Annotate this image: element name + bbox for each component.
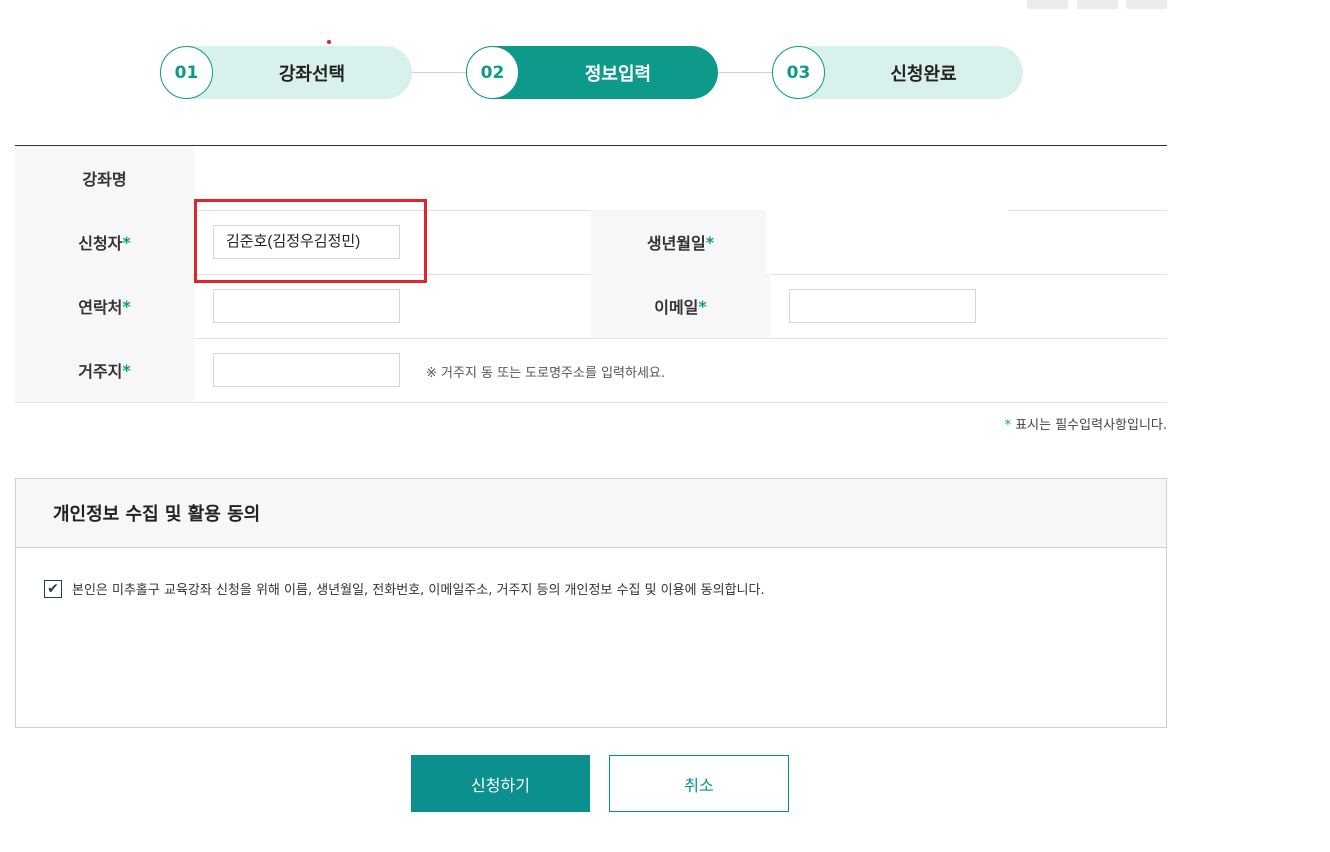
email-label-text: 이메일 xyxy=(654,298,699,317)
contact-label-text: 연락처 xyxy=(78,298,123,317)
step-label: 강좌선택 xyxy=(278,63,346,85)
top-tab[interactable] xyxy=(1027,0,1068,9)
email-label: 이메일 * xyxy=(591,274,770,338)
form-row-contact: 연락처 * 이메일 * xyxy=(15,274,1167,339)
consent-checkbox[interactable]: ✔ xyxy=(44,580,62,598)
required-star: * xyxy=(705,232,715,252)
submit-button[interactable]: 신청하기 xyxy=(411,755,590,812)
form-row-address: 거주지 * ※ 거주지 동 또는 도로명주소를 입력하세요. xyxy=(15,338,1167,403)
course-name-label-text: 강좌명 xyxy=(82,170,127,189)
step-number: 02 xyxy=(466,46,519,99)
course-name-label: 강좌명 xyxy=(15,146,194,210)
top-tab[interactable] xyxy=(1077,0,1118,9)
required-star: * xyxy=(122,360,131,380)
form-row-course: 강좌명 xyxy=(15,146,1167,211)
form-row-applicant: 신청자 * 김준호(김정우김정민) 생년월일 * xyxy=(15,210,1167,275)
application-form: 강좌명 신청자 * 김준호(김정우김정민) 생년월일 * 연락처 * 이메일 * 거주지… xyxy=(15,145,1167,403)
address-label: 거주지 * xyxy=(15,338,194,402)
applicant-label: 신청자 * xyxy=(15,210,194,274)
step-number: 01 xyxy=(160,46,213,99)
top-tab[interactable] xyxy=(1126,0,1167,9)
birthdate-field[interactable] xyxy=(766,210,1008,274)
birthdate-label: 생년월일 * xyxy=(591,210,770,274)
step-course-select: 01 강좌선택 xyxy=(160,46,412,99)
cancel-button[interactable]: 취소 xyxy=(609,755,789,812)
step-complete: 03 신청완료 xyxy=(772,46,1023,99)
required-star: * xyxy=(122,232,131,252)
email-field[interactable] xyxy=(789,289,976,323)
step-label: 정보입력 xyxy=(584,63,652,85)
red-dot xyxy=(327,40,331,44)
step-info-input: 02 정보입력 xyxy=(466,46,718,99)
consent-text: 본인은 미추홀구 교육강좌 신청을 위해 이름, 생년월일, 전화번호, 이메일… xyxy=(72,583,765,598)
step-connector xyxy=(411,72,466,73)
required-note-text: 표시는 필수입력사항입니다. xyxy=(1011,418,1167,433)
step-label: 신청완료 xyxy=(890,63,957,85)
address-field[interactable] xyxy=(213,353,400,387)
contact-field[interactable] xyxy=(213,289,400,323)
address-label-text: 거주지 xyxy=(78,362,123,381)
required-star: * xyxy=(122,296,131,316)
applicant-highlight-box xyxy=(194,199,427,283)
contact-label: 연락처 * xyxy=(15,274,194,338)
required-star: * xyxy=(698,296,707,316)
privacy-consent-box: 개인정보 수집 및 활용 동의 ✔ 본인은 미추홀구 교육강좌 신청을 위해 이… xyxy=(15,478,1167,728)
step-number: 03 xyxy=(772,46,825,99)
step-connector xyxy=(717,72,772,73)
consent-title: 개인정보 수집 및 활용 동의 xyxy=(16,479,1166,548)
required-note: * 표시는 필수입력사항입니다. xyxy=(1005,414,1167,433)
applicant-label-text: 신청자 xyxy=(78,234,123,253)
address-hint: ※ 거주지 동 또는 도로명주소를 입력하세요. xyxy=(426,366,666,381)
birthdate-label-text: 생년월일 xyxy=(646,234,706,253)
